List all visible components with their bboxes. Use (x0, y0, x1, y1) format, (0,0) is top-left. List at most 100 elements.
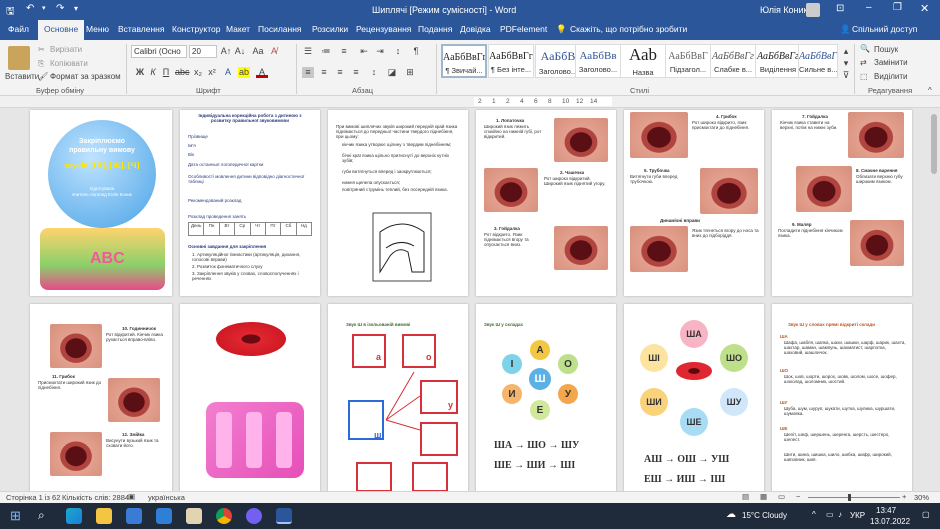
underline-icon[interactable]: П (160, 67, 172, 78)
viber-icon[interactable] (246, 508, 262, 524)
volume-icon[interactable]: ♪ (838, 510, 842, 519)
align-left-icon[interactable]: ≡ (302, 67, 314, 78)
page-exercises-4[interactable]: 10. Годинничок Рот відкритий. Кінчик язи… (30, 304, 172, 494)
shading-icon[interactable]: ◪ (386, 67, 398, 78)
bold-icon[interactable]: Ж (134, 67, 146, 78)
replace-button[interactable]: Замінити (874, 58, 908, 67)
zoom-slider-thumb[interactable] (848, 494, 851, 501)
shrink-font-icon[interactable]: A↓ (234, 46, 246, 57)
styles-more-icon[interactable]: ⊽ (840, 70, 852, 81)
cut-button[interactable]: Вирізати (50, 45, 82, 54)
font-size-select[interactable]: 20 (189, 45, 217, 58)
tray-chevron-icon[interactable]: ^ (812, 510, 816, 519)
page-syllables[interactable]: Звук Ш у складах Ш А О У Е И І ША → ШО →… (476, 304, 616, 494)
print-layout-icon[interactable]: ▦ (760, 492, 767, 501)
weather-text[interactable]: 15°C Cloudy (742, 511, 787, 520)
search-icon[interactable]: ⌕ (38, 508, 45, 523)
tab-design[interactable]: Конструктор (172, 24, 220, 34)
user-name[interactable]: Юлія Коник (760, 5, 808, 15)
page-isolated-sound[interactable]: Звук Ш в ізольованій вимові а о ш у (328, 304, 468, 494)
decrease-indent-icon[interactable]: ⇤ (358, 46, 370, 57)
page-words[interactable]: Звук Ш у словах прямі відкриті склади ША… (772, 304, 912, 494)
keyboard-language[interactable]: УКР (850, 511, 865, 520)
strikethrough-icon[interactable]: abc (175, 67, 190, 78)
collapse-ribbon-icon[interactable]: ^ (928, 86, 932, 95)
paste-icon[interactable] (8, 46, 30, 70)
bullets-icon[interactable]: ☰ (302, 46, 314, 57)
italic-icon[interactable]: К (147, 67, 159, 78)
style-heading-2[interactable]: АаБбВв Заголово... (575, 44, 621, 78)
zoom-level[interactable]: 30% (914, 493, 929, 502)
increase-indent-icon[interactable]: ⇥ (374, 46, 386, 57)
vertical-scrollbar[interactable] (928, 108, 940, 491)
word-taskbar-icon[interactable] (276, 508, 292, 524)
tab-help[interactable]: Довідка (460, 24, 491, 34)
page-exercises-1[interactable]: 1. Лопаточка Широкий язик лежить спокійн… (476, 110, 616, 296)
style-no-spacing[interactable]: АаБбВвГг ¶ Без інте... (488, 44, 534, 78)
tab-view[interactable]: Подання (418, 24, 452, 34)
change-case-icon[interactable]: Aa (252, 46, 264, 57)
redo-icon[interactable]: ↷ (56, 3, 64, 14)
language-indicator[interactable]: українська (148, 493, 185, 502)
ribbon-display-icon[interactable]: ⊡ (836, 3, 844, 14)
zoom-in-icon[interactable]: + (902, 492, 906, 501)
avatar[interactable] (806, 3, 820, 17)
page-exercises-3[interactable]: 7. Гойдалка Кінчик язика ставити на верх… (772, 110, 912, 296)
line-spacing-icon[interactable]: ↕ (368, 67, 380, 78)
zoom-out-icon[interactable]: − (796, 492, 800, 501)
numbering-icon[interactable]: ≔ (320, 46, 332, 57)
maximize-icon[interactable]: ❐ (893, 2, 902, 13)
text-effects-icon[interactable]: A (222, 67, 234, 78)
word-count[interactable]: Кількість слів: 2884 (62, 493, 129, 502)
tab-home[interactable]: Основне (38, 20, 85, 40)
style-emphasis[interactable]: АаБбВвГг Виділення (755, 44, 801, 78)
mail-icon[interactable] (156, 508, 172, 524)
select-button[interactable]: Виділити (874, 72, 908, 81)
tab-layout[interactable]: Макет (226, 24, 250, 34)
zoom-slider[interactable] (808, 497, 900, 498)
page-articulation[interactable]: При вимові шиплячих звуків широкий перед… (328, 110, 468, 296)
page-form[interactable]: Індивідуальна корекційна робота з дитино… (180, 110, 320, 296)
superscript-icon[interactable]: x² (206, 67, 218, 78)
page-cover[interactable]: Закріплюємо правильну вимову звуків [Ш],… (30, 110, 172, 296)
notifications-icon[interactable]: ▢ (922, 510, 930, 519)
read-mode-icon[interactable]: ▤ (742, 492, 749, 501)
find-button[interactable]: Пошук (874, 45, 898, 54)
font-color-icon[interactable]: A (256, 67, 268, 78)
close-icon[interactable]: ✕ (920, 2, 929, 15)
font-name-select[interactable]: Calibri (Осно (131, 45, 187, 58)
clock-time[interactable]: 13:47 (876, 506, 896, 515)
style-intense-emphasis[interactable]: АаБбВвГг Сильне в... (798, 44, 838, 78)
style-normal[interactable]: АаБбВвГг ¶ Звичай... (441, 44, 487, 78)
minimize-icon[interactable]: – (866, 2, 872, 13)
file-explorer-icon[interactable] (96, 508, 112, 524)
undo-dropdown-icon[interactable]: ▾ (42, 4, 46, 12)
quick-access-customize-icon[interactable]: ▾ (74, 4, 78, 13)
tab-pdfelement[interactable]: PDFelement (500, 24, 547, 34)
page-syllable-flower[interactable]: ША ШО ШУ ШЕ ШИ ШІ АШ → ОШ → УШ ЕШ → ИШ →… (624, 304, 764, 494)
style-subtitle[interactable]: АаБбВвГ Підзагол... (665, 44, 711, 78)
scrollbar-thumb[interactable] (931, 114, 937, 174)
tab-review[interactable]: Рецензування (356, 24, 411, 34)
subscript-icon[interactable]: x₂ (192, 67, 204, 78)
clear-formatting-icon[interactable]: A̸ (268, 46, 280, 57)
share-button[interactable]: Спільний доступ (852, 24, 917, 34)
tab-insert[interactable]: Вставлення (118, 24, 164, 34)
network-icon[interactable]: ▭ (826, 510, 834, 519)
align-right-icon[interactable]: ≡ (334, 67, 346, 78)
web-layout-icon[interactable]: ▭ (778, 492, 785, 501)
tell-me-search[interactable]: Скажіть, що потрібно зробити (570, 24, 687, 34)
document-workspace[interactable]: Закріплюємо правильну вимову звуків [Ш],… (0, 108, 940, 494)
multilevel-list-icon[interactable]: ≡ (338, 46, 350, 57)
style-title[interactable]: Ааb Назва (620, 44, 666, 78)
clock-date[interactable]: 13.07.2022 (870, 517, 910, 526)
highlight-icon[interactable]: ab (238, 67, 250, 78)
show-marks-icon[interactable]: ¶ (410, 46, 422, 57)
page-lips[interactable] (180, 304, 320, 494)
styles-scroll-up-icon[interactable]: ▴ (840, 46, 852, 57)
format-painter-button[interactable]: Формат за зразком (50, 72, 121, 81)
store-icon[interactable] (126, 508, 142, 524)
page-count[interactable]: Сторінка 1 із 62 (6, 493, 60, 502)
tab-menu[interactable]: Меню (86, 24, 109, 34)
justify-icon[interactable]: ≡ (350, 67, 362, 78)
